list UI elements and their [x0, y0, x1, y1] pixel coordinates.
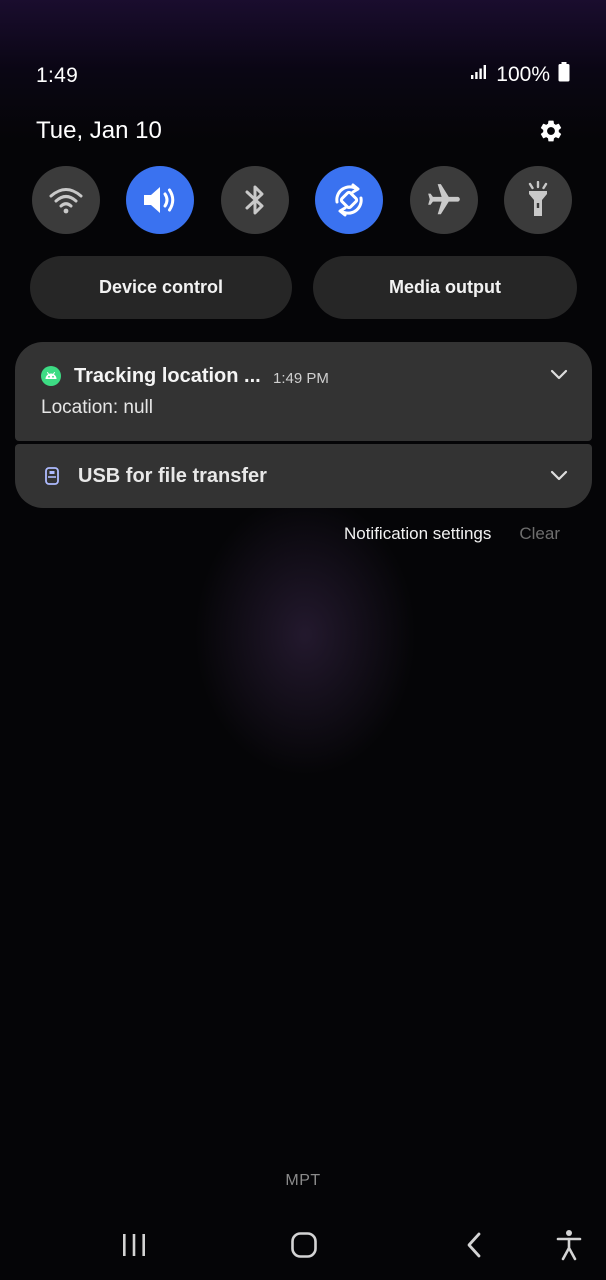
- navigation-bar: [0, 1218, 606, 1272]
- sound-toggle[interactable]: [126, 166, 194, 234]
- sound-icon: [144, 187, 175, 213]
- gear-icon: [540, 120, 562, 142]
- flashlight-icon: [528, 181, 548, 216]
- recents-button[interactable]: [114, 1228, 154, 1262]
- notification-tracking-location[interactable]: Tracking location ... 1:49 PM Location: …: [15, 342, 592, 441]
- date-label: Tue, Jan 10: [36, 117, 162, 144]
- auto-rotate-icon: [335, 183, 363, 217]
- notification-usb[interactable]: USB for file transfer: [15, 444, 592, 508]
- back-icon: [467, 1232, 481, 1258]
- chevron-down-icon: [550, 369, 568, 380]
- home-button[interactable]: [284, 1228, 324, 1262]
- wifi-icon: [49, 188, 83, 214]
- bluetooth-icon: [245, 185, 264, 215]
- expand-notification-button[interactable]: [548, 364, 570, 386]
- notification-settings-button[interactable]: Notification settings: [344, 524, 491, 544]
- wifi-toggle[interactable]: [32, 166, 100, 234]
- notification-shade: 1:49 100% Tue, Jan 10 Device control Med…: [0, 0, 606, 1280]
- battery-percentage: 100%: [496, 62, 550, 86]
- usb-icon: [43, 466, 61, 486]
- notification-title: USB for file transfer: [78, 465, 267, 487]
- device-control-label: Device control: [98, 277, 224, 297]
- android-icon: [41, 366, 61, 386]
- battery-icon: [558, 62, 570, 87]
- airplane-mode-toggle[interactable]: [410, 166, 478, 234]
- signal-icon: [470, 64, 488, 85]
- media-output-label: Media output: [389, 277, 501, 297]
- bluetooth-toggle[interactable]: [221, 166, 289, 234]
- media-output-button[interactable]: Media output: [313, 256, 577, 319]
- status-icons: 100%: [470, 62, 570, 87]
- carrier-label: MPT: [285, 1172, 321, 1189]
- accessibility-icon: [556, 1230, 582, 1261]
- flashlight-toggle[interactable]: [504, 166, 572, 234]
- clear-button[interactable]: Clear: [519, 524, 560, 544]
- status-time: 1:49: [36, 64, 79, 87]
- accessibility-button[interactable]: [549, 1228, 589, 1262]
- status-bar: 1:49 100%: [36, 62, 570, 92]
- device-control-button[interactable]: Device control: [30, 256, 292, 319]
- back-button[interactable]: [454, 1228, 494, 1262]
- settings-button[interactable]: [536, 116, 566, 146]
- home-icon: [291, 1232, 317, 1258]
- notification-time: 1:49 PM: [273, 370, 329, 387]
- notification-actions: Notification settings Clear: [344, 524, 560, 544]
- quick-settings-toggles: [32, 166, 574, 236]
- auto-rotate-toggle[interactable]: [315, 166, 383, 234]
- expand-notification-button[interactable]: [548, 465, 570, 487]
- chevron-down-icon: [550, 470, 568, 481]
- notification-title: Tracking location ...: [74, 365, 261, 387]
- recents-icon: [123, 1234, 145, 1256]
- header-row: Tue, Jan 10: [36, 114, 566, 148]
- notification-body: Location: null: [41, 397, 153, 418]
- airplane-icon: [428, 184, 460, 215]
